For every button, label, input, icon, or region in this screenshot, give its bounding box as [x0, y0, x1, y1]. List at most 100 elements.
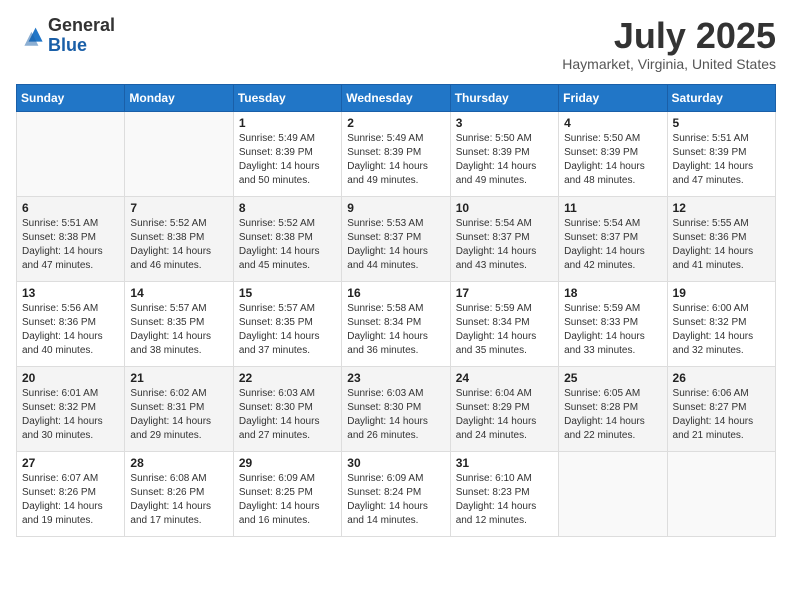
cell-info: Sunrise: 5:52 AMSunset: 8:38 PMDaylight:… — [130, 217, 227, 273]
calendar-header-row: SundayMondayTuesdayWednesdayThursdayFrid… — [17, 84, 776, 111]
calendar-table: SundayMondayTuesdayWednesdayThursdayFrid… — [16, 84, 776, 537]
calendar-cell: 7 Sunrise: 5:52 AMSunset: 8:38 PMDaylight… — [125, 196, 233, 281]
cell-info: Sunrise: 6:08 AMSunset: 8:26 PMDaylight:… — [130, 472, 227, 528]
day-number: 24 — [456, 371, 553, 385]
calendar-cell: 20Sunrise: 6:01 AMSunset: 8:32 PMDayligh… — [17, 366, 125, 451]
day-number: 28 — [130, 456, 227, 470]
cell-info: Sunrise: 5:58 AMSunset: 8:34 PMDaylight:… — [347, 302, 444, 358]
calendar-cell: 9Sunrise: 5:53 AMSunset: 8:37 PMDaylight… — [342, 196, 450, 281]
cell-info: Sunrise: 6:10 AMSunset: 8:23 PMDaylight:… — [456, 472, 553, 528]
logo-icon — [16, 22, 44, 50]
day-number: 23 — [347, 371, 444, 385]
cell-info: Sunrise: 6:09 AMSunset: 8:24 PMDaylight:… — [347, 472, 444, 528]
cell-info: Sunrise: 5:50 AMSunset: 8:39 PMDaylight:… — [564, 132, 661, 188]
calendar-cell: 17 Sunrise: 5:59 AMSunset: 8:34 PMDayligh… — [450, 281, 558, 366]
calendar-header-thursday: Thursday — [450, 84, 558, 111]
day-number: 14 — [130, 286, 227, 300]
calendar-cell: 25 Sunrise: 6:05 AMSunset: 8:28 PMDayligh… — [559, 366, 667, 451]
day-number: 15 — [239, 286, 336, 300]
calendar-cell — [125, 111, 233, 196]
day-number: 31 — [456, 456, 553, 470]
calendar-cell: 4Sunrise: 5:50 AMSunset: 8:39 PMDaylight… — [559, 111, 667, 196]
day-number: 19 — [673, 286, 770, 300]
day-number: 5 — [673, 116, 770, 130]
day-number: 27 — [22, 456, 119, 470]
calendar-cell: 5 Sunrise: 5:51 AMSunset: 8:39 PMDaylight… — [667, 111, 775, 196]
cell-info: Sunrise: 6:02 AMSunset: 8:31 PMDaylight:… — [130, 387, 227, 443]
cell-info: Sunrise: 5:49 AMSunset: 8:39 PMDaylight:… — [347, 132, 444, 188]
calendar-cell — [559, 451, 667, 536]
calendar-week-row: 20Sunrise: 6:01 AMSunset: 8:32 PMDayligh… — [17, 366, 776, 451]
calendar-cell: 28 Sunrise: 6:08 AMSunset: 8:26 PMDayligh… — [125, 451, 233, 536]
cell-info: Sunrise: 5:57 AMSunset: 8:35 PMDaylight:… — [130, 302, 227, 358]
day-number: 21 — [130, 371, 227, 385]
calendar-header-friday: Friday — [559, 84, 667, 111]
cell-info: Sunrise: 5:57 AMSunset: 8:35 PMDaylight:… — [239, 302, 336, 358]
day-number: 30 — [347, 456, 444, 470]
calendar-week-row: 13 Sunrise: 5:56 AMSunset: 8:36 PMDayligh… — [17, 281, 776, 366]
calendar-header-sunday: Sunday — [17, 84, 125, 111]
calendar-cell: 10 Sunrise: 5:54 AMSunset: 8:37 PMDayligh… — [450, 196, 558, 281]
calendar-cell: 26 Sunrise: 6:06 AMSunset: 8:27 PMDayligh… — [667, 366, 775, 451]
cell-info: Sunrise: 5:54 AMSunset: 8:37 PMDaylight:… — [564, 217, 661, 273]
day-number: 12 — [673, 201, 770, 215]
cell-info: Sunrise: 5:55 AMSunset: 8:36 PMDaylight:… — [673, 217, 770, 273]
day-number: 7 — [130, 201, 227, 215]
calendar-header-monday: Monday — [125, 84, 233, 111]
cell-info: Sunrise: 6:07 AMSunset: 8:26 PMDaylight:… — [22, 472, 119, 528]
calendar-cell — [17, 111, 125, 196]
cell-info: Sunrise: 6:09 AMSunset: 8:25 PMDaylight:… — [239, 472, 336, 528]
calendar-header-saturday: Saturday — [667, 84, 775, 111]
calendar-week-row: 1Sunrise: 5:49 AMSunset: 8:39 PMDaylight… — [17, 111, 776, 196]
calendar-cell: 16 Sunrise: 5:58 AMSunset: 8:34 PMDayligh… — [342, 281, 450, 366]
cell-info: Sunrise: 5:52 AMSunset: 8:38 PMDaylight:… — [239, 217, 336, 273]
day-number: 26 — [673, 371, 770, 385]
calendar-cell — [667, 451, 775, 536]
cell-info: Sunrise: 6:05 AMSunset: 8:28 PMDaylight:… — [564, 387, 661, 443]
calendar-cell: 31 Sunrise: 6:10 AMSunset: 8:23 PMDayligh… — [450, 451, 558, 536]
day-number: 13 — [22, 286, 119, 300]
calendar-cell: 15 Sunrise: 5:57 AMSunset: 8:35 PMDayligh… — [233, 281, 341, 366]
calendar-header-tuesday: Tuesday — [233, 84, 341, 111]
location-subtitle: Haymarket, Virginia, United States — [562, 56, 776, 72]
calendar-cell: 2 Sunrise: 5:49 AMSunset: 8:39 PMDaylight… — [342, 111, 450, 196]
logo-blue-text: Blue — [48, 35, 87, 55]
cell-info: Sunrise: 5:56 AMSunset: 8:36 PMDaylight:… — [22, 302, 119, 358]
day-number: 17 — [456, 286, 553, 300]
cell-info: Sunrise: 5:53 AMSunset: 8:37 PMDaylight:… — [347, 217, 444, 273]
cell-info: Sunrise: 6:04 AMSunset: 8:29 PMDaylight:… — [456, 387, 553, 443]
calendar-cell: 23 Sunrise: 6:03 AMSunset: 8:30 PMDayligh… — [342, 366, 450, 451]
cell-info: Sunrise: 6:03 AMSunset: 8:30 PMDaylight:… — [239, 387, 336, 443]
calendar-cell: 22 Sunrise: 6:03 AMSunset: 8:30 PMDayligh… — [233, 366, 341, 451]
calendar-cell: 18 Sunrise: 5:59 AMSunset: 8:33 PMDayligh… — [559, 281, 667, 366]
calendar-cell: 11Sunrise: 5:54 AMSunset: 8:37 PMDayligh… — [559, 196, 667, 281]
day-number: 2 — [347, 116, 444, 130]
day-number: 25 — [564, 371, 661, 385]
calendar-cell: 3 Sunrise: 5:50 AMSunset: 8:39 PMDaylight… — [450, 111, 558, 196]
cell-info: Sunrise: 5:49 AMSunset: 8:39 PMDaylight:… — [239, 132, 336, 188]
day-number: 16 — [347, 286, 444, 300]
day-number: 10 — [456, 201, 553, 215]
calendar-cell: 14 Sunrise: 5:57 AMSunset: 8:35 PMDayligh… — [125, 281, 233, 366]
day-number: 8 — [239, 201, 336, 215]
day-number: 22 — [239, 371, 336, 385]
cell-info: Sunrise: 5:59 AMSunset: 8:34 PMDaylight:… — [456, 302, 553, 358]
day-number: 6 — [22, 201, 119, 215]
cell-info: Sunrise: 5:51 AMSunset: 8:38 PMDaylight:… — [22, 217, 119, 273]
cell-info: Sunrise: 5:54 AMSunset: 8:37 PMDaylight:… — [456, 217, 553, 273]
calendar-cell: 1Sunrise: 5:49 AMSunset: 8:39 PMDaylight… — [233, 111, 341, 196]
calendar-week-row: 27 Sunrise: 6:07 AMSunset: 8:26 PMDayligh… — [17, 451, 776, 536]
cell-info: Sunrise: 5:50 AMSunset: 8:39 PMDaylight:… — [456, 132, 553, 188]
day-number: 3 — [456, 116, 553, 130]
logo-general-text: General — [48, 15, 115, 35]
cell-info: Sunrise: 5:51 AMSunset: 8:39 PMDaylight:… — [673, 132, 770, 188]
cell-info: Sunrise: 6:06 AMSunset: 8:27 PMDaylight:… — [673, 387, 770, 443]
day-number: 18 — [564, 286, 661, 300]
cell-info: Sunrise: 6:03 AMSunset: 8:30 PMDaylight:… — [347, 387, 444, 443]
calendar-cell: 8 Sunrise: 5:52 AMSunset: 8:38 PMDaylight… — [233, 196, 341, 281]
cell-info: Sunrise: 5:59 AMSunset: 8:33 PMDaylight:… — [564, 302, 661, 358]
calendar-week-row: 6 Sunrise: 5:51 AMSunset: 8:38 PMDaylight… — [17, 196, 776, 281]
calendar-cell: 29Sunrise: 6:09 AMSunset: 8:25 PMDayligh… — [233, 451, 341, 536]
calendar-cell: 27 Sunrise: 6:07 AMSunset: 8:26 PMDayligh… — [17, 451, 125, 536]
title-section: July 2025 Haymarket, Virginia, United St… — [562, 16, 776, 72]
